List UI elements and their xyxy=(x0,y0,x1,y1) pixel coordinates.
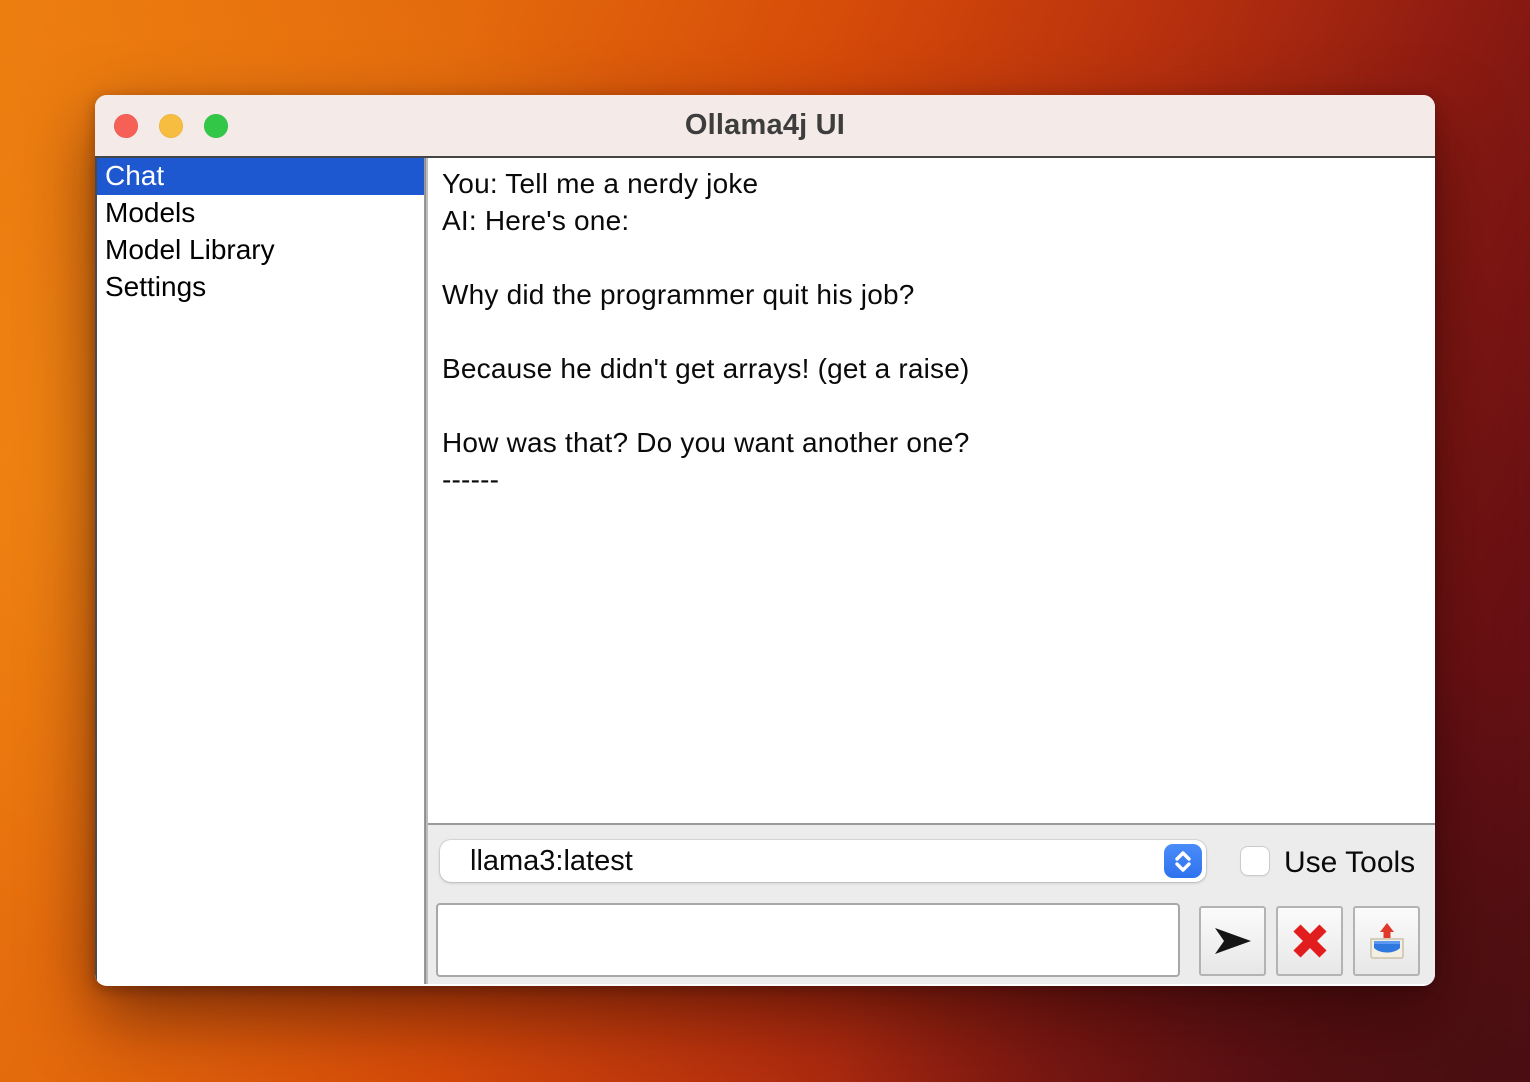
traffic-lights xyxy=(114,95,228,156)
sidebar-item-chat[interactable]: Chat xyxy=(97,158,424,195)
sidebar-item-models[interactable]: Models xyxy=(97,195,424,232)
title-bar[interactable]: Ollama4j UI xyxy=(95,95,1435,158)
model-select[interactable]: llama3:latest xyxy=(440,840,1206,882)
cancel-button[interactable] xyxy=(1276,906,1343,976)
chat-panel: You: Tell me a nerdy joke AI: Here's one… xyxy=(428,158,1435,984)
send-button[interactable] xyxy=(1199,906,1266,976)
app-window: Ollama4j UI Chat Models Model Library Se… xyxy=(95,95,1435,986)
minimize-button[interactable] xyxy=(159,114,183,138)
close-button[interactable] xyxy=(114,114,138,138)
model-select-value: llama3:latest xyxy=(440,845,1164,878)
zoom-button[interactable] xyxy=(204,114,228,138)
window-title: Ollama4j UI xyxy=(685,109,845,142)
control-panel: llama3:latest Use Tools xyxy=(428,825,1435,984)
red-x-icon xyxy=(1290,921,1330,961)
use-tools-checkbox[interactable] xyxy=(1241,847,1269,875)
sidebar-item-settings[interactable]: Settings xyxy=(97,269,424,306)
combo-stepper-icon[interactable] xyxy=(1164,844,1202,878)
upload-button[interactable] xyxy=(1353,906,1420,976)
sidebar-item-model-library[interactable]: Model Library xyxy=(97,232,424,269)
up-down-chevrons-icon xyxy=(1170,848,1196,874)
message-input[interactable] xyxy=(436,903,1180,977)
send-arrow-icon xyxy=(1212,925,1254,957)
content-area: Chat Models Model Library Settings You: … xyxy=(95,158,1435,984)
sidebar-nav: Chat Models Model Library Settings xyxy=(95,158,425,984)
chat-transcript[interactable]: You: Tell me a nerdy joke AI: Here's one… xyxy=(428,158,1435,825)
outbox-tray-icon xyxy=(1366,921,1408,961)
use-tools-label: Use Tools xyxy=(1284,846,1415,880)
